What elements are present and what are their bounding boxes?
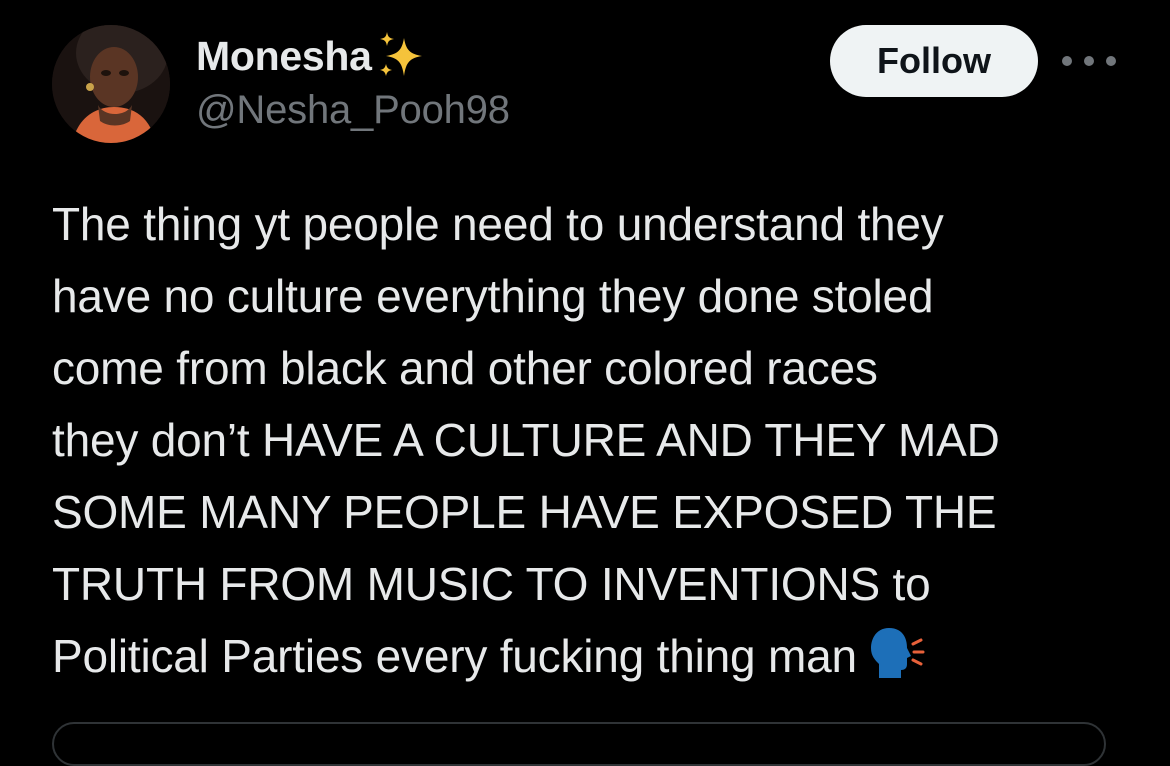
display-name[interactable]: Monesha xyxy=(196,33,372,80)
name-row: Monesha xyxy=(196,30,428,82)
tweet-last-line: Political Parties every fucking thing ma… xyxy=(52,620,1142,692)
tweet: Monesha @Nesha_Pooh98 Follow The thing y… xyxy=(0,0,1170,766)
tweet-line: they don’t HAVE A CULTURE AND THEY MAD xyxy=(52,414,1000,466)
avatar-photo xyxy=(52,25,170,143)
more-dot xyxy=(1106,56,1116,66)
user-handle[interactable]: @Nesha_Pooh98 xyxy=(196,88,510,133)
more-dot xyxy=(1062,56,1072,66)
sparkles-icon xyxy=(374,30,428,82)
tweet-line: SOME MANY PEOPLE HAVE EXPOSED THE xyxy=(52,486,997,538)
tweet-line: Political Parties every fucking thing ma… xyxy=(52,630,857,682)
tweet-text: The thing yt people need to understand t… xyxy=(52,188,1142,692)
follow-button[interactable]: Follow xyxy=(830,25,1038,97)
tweet-line: have no culture everything they done sto… xyxy=(52,270,934,322)
avatar[interactable] xyxy=(52,25,170,143)
more-dot xyxy=(1084,56,1094,66)
embedded-card-edge[interactable] xyxy=(52,722,1106,766)
more-horizontal-icon[interactable] xyxy=(1062,46,1116,76)
tweet-line: TRUTH FROM MUSIC TO INVENTIONS to xyxy=(52,558,931,610)
tweet-line: come from black and other colored races xyxy=(52,342,878,394)
tweet-line: The thing yt people need to understand t… xyxy=(52,198,944,250)
speaking-head-icon xyxy=(867,624,925,682)
